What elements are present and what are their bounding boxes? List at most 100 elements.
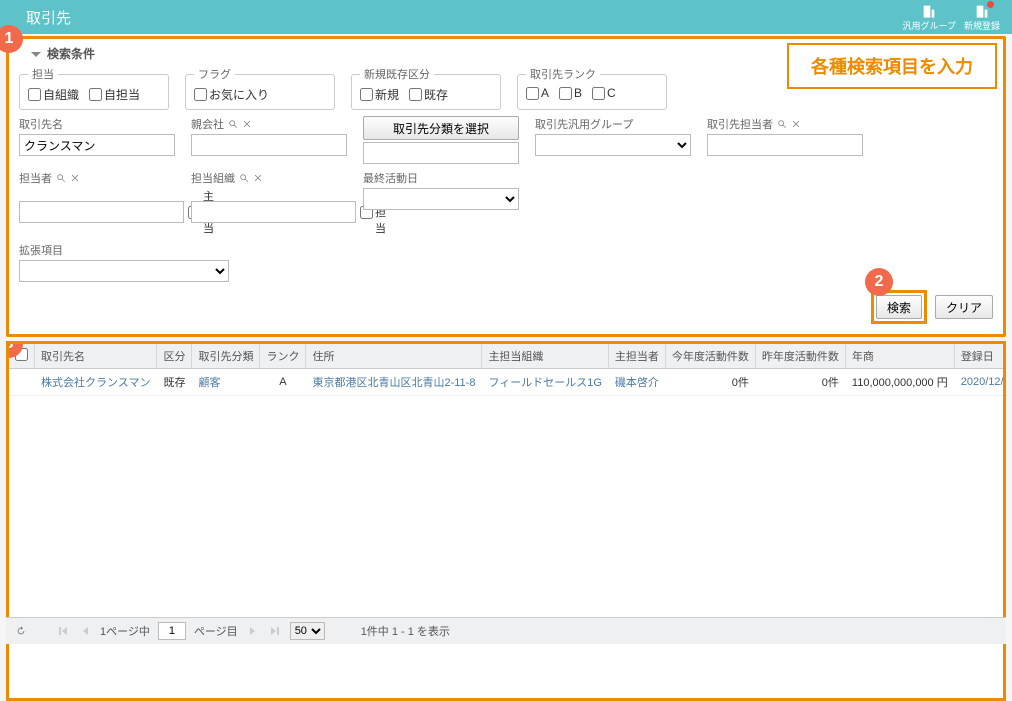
ext-label: 拡張項目 [19, 242, 229, 258]
search-icon[interactable] [239, 173, 249, 183]
exist-check[interactable]: 既存 [409, 86, 448, 103]
rank-a-checkbox[interactable] [526, 87, 539, 100]
notification-dot [987, 1, 994, 8]
collapse-icon [31, 49, 41, 59]
cell-act-this: 0件 [665, 369, 755, 396]
new-checkbox[interactable] [360, 88, 373, 101]
last-page-icon[interactable] [268, 624, 282, 638]
rank-b-check[interactable]: B [559, 86, 582, 100]
clear-button[interactable]: クリア [935, 295, 993, 319]
acc-owner-label: 取引先担当者 [707, 116, 863, 132]
exist-checkbox[interactable] [409, 88, 422, 101]
col-main-person[interactable]: 主担当者 [608, 344, 665, 369]
new-check[interactable]: 新規 [360, 86, 399, 103]
cell-class[interactable]: 顧客 [192, 369, 260, 396]
own-org-checkbox[interactable] [28, 88, 41, 101]
rank-c-checkbox[interactable] [592, 87, 605, 100]
prev-page-icon[interactable] [78, 624, 92, 638]
person-label: 担当者 [19, 170, 175, 186]
group-select[interactable] [535, 134, 691, 156]
results-table: 取引先名 区分 取引先分類 ランク 住所 主担当組織 主担当者 今年度活動件数 … [9, 344, 1006, 396]
annotation-badge-2: 2 [865, 268, 893, 296]
flag-fieldset: フラグ お気に入り [185, 66, 335, 110]
last-act-select[interactable] [363, 188, 519, 210]
clear-icon[interactable] [253, 173, 263, 183]
favorite-checkbox[interactable] [194, 88, 207, 101]
cell-revenue: 110,000,000,000 円 [845, 369, 954, 396]
search-icon[interactable] [777, 119, 787, 129]
refresh-icon[interactable] [14, 624, 28, 638]
results-panel: 3 取引先名 区分 取引先分類 ランク 住所 主担当組織 主担当者 今年度活動件… [6, 341, 1006, 701]
own-self-check[interactable]: 自担当 [89, 86, 140, 103]
own-self-checkbox[interactable] [89, 88, 102, 101]
col-kubun[interactable]: 区分 [157, 344, 192, 369]
topbar: 取引先 汎用グループ 新規登録 [0, 0, 1012, 34]
group-label: 取引先汎用グループ [535, 116, 691, 132]
col-main-org[interactable]: 主担当組織 [482, 344, 608, 369]
annotation-badge-1: 1 [0, 25, 23, 53]
own-org-check[interactable]: 自組織 [28, 86, 79, 103]
acc-owner-input[interactable] [707, 134, 863, 156]
search-icon[interactable] [56, 173, 66, 183]
col-reg[interactable]: 登録日 [954, 344, 1006, 369]
cell-kubun: 既存 [157, 369, 192, 396]
first-page-icon[interactable] [56, 624, 70, 638]
clear-icon[interactable] [791, 119, 801, 129]
last-act-label: 最終活動日 [363, 170, 519, 186]
tantou-fieldset: 担当 自組織 自担当 [19, 66, 169, 110]
panel-title-label: 検索条件 [47, 45, 95, 62]
pager-bar: 1ページ中 ページ目 50 1件中 1 - 1 を表示 [6, 617, 1006, 644]
search-icon[interactable] [228, 119, 238, 129]
pager-summary: 1件中 1 - 1 を表示 [361, 623, 450, 639]
next-page-icon[interactable] [246, 624, 260, 638]
cell-addr[interactable]: 東京都港区北青山区北青山2-11-8 [306, 369, 482, 396]
parent-input[interactable] [191, 134, 347, 156]
clear-icon[interactable] [242, 119, 252, 129]
col-act-last[interactable]: 昨年度活動件数 [755, 344, 845, 369]
rank-b-checkbox[interactable] [559, 87, 572, 100]
building-icon [921, 3, 937, 19]
favorite-check[interactable]: お気に入り [194, 86, 269, 103]
ext-select[interactable] [19, 260, 229, 282]
cell-name[interactable]: 株式会社クランスマン [35, 369, 157, 396]
cell-act-last: 0件 [755, 369, 845, 396]
newexist-fieldset: 新規既存区分 新規 既存 [351, 66, 501, 110]
new-button[interactable]: 新規登録 [964, 3, 1000, 32]
classify-input[interactable] [363, 142, 519, 164]
person-input[interactable] [19, 201, 184, 223]
annotation-text: 各種検索項目を入力 [787, 43, 997, 89]
group-button-label: 汎用グループ [903, 19, 956, 32]
org-label: 担当組織 [191, 170, 347, 186]
acc-name-input[interactable] [19, 134, 175, 156]
parent-label: 親会社 [191, 116, 347, 132]
col-addr[interactable]: 住所 [306, 344, 482, 369]
page-suffix: ページ目 [194, 623, 238, 639]
col-class[interactable]: 取引先分類 [192, 344, 260, 369]
col-rank[interactable]: ランク [260, 344, 306, 369]
tantou-legend: 担当 [28, 66, 58, 82]
rank-a-check[interactable]: A [526, 86, 549, 100]
rank-legend: 取引先ランク [526, 66, 600, 82]
col-revenue[interactable]: 年商 [845, 344, 954, 369]
per-page-select[interactable]: 50 [290, 622, 325, 640]
table-header-row: 取引先名 区分 取引先分類 ランク 住所 主担当組織 主担当者 今年度活動件数 … [9, 344, 1006, 369]
page-title: 取引先 [26, 7, 71, 28]
flag-legend: フラグ [194, 66, 235, 82]
classify-button[interactable]: 取引先分類を選択 [363, 116, 519, 140]
org-input[interactable] [191, 201, 356, 223]
search-panel: 1 各種検索項目を入力 検索条件 担当 自組織 自担当 フラグ お気に入り [6, 36, 1006, 337]
page-input[interactable] [158, 622, 186, 640]
col-name[interactable]: 取引先名 [35, 344, 157, 369]
col-act-this[interactable]: 今年度活動件数 [665, 344, 755, 369]
cell-reg: 2020/12/11 [954, 369, 1006, 396]
group-button[interactable]: 汎用グループ [903, 3, 956, 32]
page-prefix: 1ページ中 [100, 623, 150, 639]
rank-c-check[interactable]: C [592, 86, 616, 100]
search-button[interactable]: 検索 [876, 295, 922, 319]
cell-main-org[interactable]: フィールドセールス1G [482, 369, 608, 396]
cell-main-person[interactable]: 磯本啓介 [608, 369, 665, 396]
table-row[interactable]: 株式会社クランスマン 既存 顧客 A 東京都港区北青山区北青山2-11-8 フィ… [9, 369, 1006, 396]
new-button-label: 新規登録 [964, 19, 1000, 32]
clear-icon[interactable] [70, 173, 80, 183]
topbar-actions: 汎用グループ 新規登録 [903, 3, 1000, 32]
